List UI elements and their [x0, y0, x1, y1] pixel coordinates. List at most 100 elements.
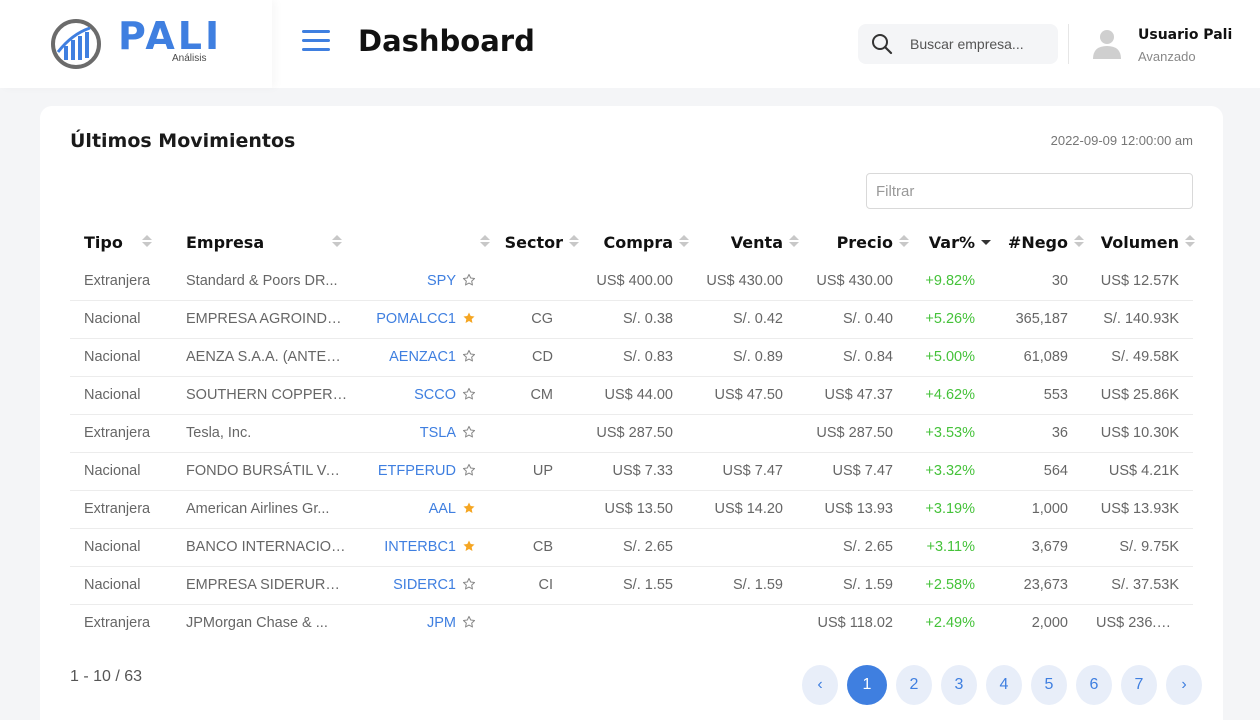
sector-cell: CD [490, 338, 577, 377]
ticker-link[interactable]: SIDERC1 [393, 577, 456, 593]
table-row[interactable]: Extranjera Standard & Poors DR... SPY US$ 4… [70, 262, 1193, 301]
star-outline-icon[interactable] [462, 463, 476, 477]
ticker-cell: SIDERC1 [362, 566, 490, 605]
ticker-link[interactable]: AAL [429, 501, 456, 517]
compra-cell: S/. 0.38 [577, 300, 687, 339]
empresa-cell: AENZA S.A.A. (ANTES ... [172, 338, 362, 377]
pagination-page-2[interactable]: 2 [896, 665, 932, 705]
precio-cell: S/. 2.65 [797, 528, 907, 567]
pagination-prev-icon[interactable]: ‹ [802, 665, 838, 705]
volumen-cell: S/. 49.58K [1082, 338, 1193, 377]
ticker-link[interactable]: SCCO [414, 387, 456, 403]
ticker-link[interactable]: SPY [427, 273, 456, 289]
compra-cell: S/. 1.55 [577, 566, 687, 605]
tipo-cell: Extranjera [70, 490, 172, 529]
search-box[interactable] [858, 24, 1058, 64]
ticker-link[interactable]: POMALCC1 [376, 311, 456, 327]
pagination-page-7[interactable]: 7 [1121, 665, 1157, 705]
pagination-page-4[interactable]: 4 [986, 665, 1022, 705]
page-title: Dashboard [358, 24, 535, 58]
col-precio-label: Precio [836, 232, 893, 252]
var-cell: +4.62% [907, 376, 989, 415]
col-sector-header[interactable]: Sector [490, 222, 579, 262]
compra-cell: S/. 0.83 [577, 338, 687, 377]
table-row[interactable]: Nacional EMPRESA AGROINDUS... POMALCC1 CG S/… [70, 300, 1193, 339]
table-header-row: Tipo Empresa Sector Compra Venta Precio Var% #N… [70, 222, 1195, 262]
star-filled-icon[interactable] [462, 501, 476, 515]
star-outline-icon[interactable] [462, 615, 476, 629]
star-filled-icon[interactable] [462, 539, 476, 553]
nego-cell: 36 [989, 414, 1082, 453]
hamburger-menu-icon[interactable] [302, 30, 330, 56]
col-compra-header[interactable]: Compra [577, 222, 689, 262]
ticker-cell: TSLA [362, 414, 490, 453]
venta-cell: US$ 14.20 [687, 490, 797, 529]
table-row[interactable]: Nacional BANCO INTERNACION... INTERBC1 CB S/… [70, 528, 1193, 567]
volumen-cell: US$ 4.21K [1082, 452, 1193, 491]
sort-icon[interactable] [480, 235, 490, 249]
table-row[interactable]: Extranjera JPMorgan Chase & ... JPM US$ 118… [70, 604, 1193, 642]
ticker-link[interactable]: AENZAC1 [389, 349, 456, 365]
col-tipo-label: Tipo [84, 232, 123, 252]
pagination-page-3[interactable]: 3 [941, 665, 977, 705]
sort-icon[interactable] [142, 235, 152, 249]
col-tipo-header[interactable]: Tipo [70, 222, 172, 262]
ticker-cell: INTERBC1 [362, 528, 490, 567]
search-input[interactable] [910, 24, 1050, 64]
pagination-next-icon[interactable]: › [1166, 665, 1202, 705]
precio-cell: US$ 118.02 [817, 615, 893, 632]
col-venta-header[interactable]: Venta [687, 222, 799, 262]
pagination-page-5[interactable]: 5 [1031, 665, 1067, 705]
empresa-cell: American Airlines Gr... [172, 490, 362, 529]
table-row[interactable]: Nacional EMPRESA SIDERURGIC... SIDERC1 CI S/… [70, 566, 1193, 605]
ticker-cell: ETFPERUD [362, 452, 490, 491]
card-title: Últimos Movimientos [70, 130, 296, 152]
star-filled-icon[interactable] [462, 311, 476, 325]
table-row[interactable]: Extranjera Tesla, Inc. TSLA US$ 287.50 US$ 2… [70, 414, 1193, 453]
pagination-page-6[interactable]: 6 [1076, 665, 1112, 705]
filter-input[interactable] [866, 173, 1193, 209]
var-cell: +2.58% [907, 566, 989, 605]
compra-cell: US$ 44.00 [577, 376, 687, 415]
user-name[interactable]: Usuario Pali [1138, 27, 1232, 43]
col-empresa-header[interactable]: Empresa [172, 222, 362, 262]
table-row[interactable]: Extranjera American Airlines Gr... AAL US$ … [70, 490, 1193, 529]
search-icon[interactable] [870, 32, 894, 56]
empresa-cell: FONDO BURSÁTIL VAN... [172, 452, 362, 491]
empresa-cell: JPMorgan Chase & ... [186, 615, 328, 632]
nego-cell: 553 [989, 376, 1082, 415]
col-var-header[interactable]: Var% [907, 222, 991, 262]
compra-cell: US$ 13.50 [577, 490, 687, 529]
table-row[interactable]: Nacional SOUTHERN COPPER C... SCCO CM US$ 44… [70, 376, 1193, 415]
avatar-icon[interactable] [1092, 28, 1122, 60]
ticker-link[interactable]: TSLA [420, 425, 456, 441]
ticker-link[interactable]: INTERBC1 [384, 539, 456, 555]
nego-cell: 30 [989, 262, 1082, 301]
sort-icon[interactable] [332, 235, 342, 249]
col-volumen-header[interactable]: Volumen [1082, 222, 1195, 262]
precio-cell: US$ 7.47 [797, 452, 907, 491]
col-venta-label: Venta [730, 232, 783, 252]
brand-name: PALI [118, 14, 223, 58]
star-outline-icon[interactable] [462, 577, 476, 591]
table-row[interactable]: Nacional FONDO BURSÁTIL VAN... ETFPERUD UP U… [70, 452, 1193, 491]
movements-card: Últimos Movimientos 2022-09-09 12:00:00 … [40, 106, 1223, 720]
col-precio-header[interactable]: Precio [797, 222, 909, 262]
col-var-label: Var% [928, 232, 975, 252]
star-outline-icon[interactable] [462, 273, 476, 287]
pagination-page-1[interactable]: 1 [847, 665, 887, 705]
sector-cell: CM [490, 376, 577, 415]
col-ticker-header[interactable] [362, 222, 490, 262]
ticker-link[interactable]: JPM [427, 615, 456, 631]
star-outline-icon[interactable] [462, 387, 476, 401]
ticker-link[interactable]: ETFPERUD [378, 463, 456, 479]
star-outline-icon[interactable] [462, 425, 476, 439]
table-row[interactable]: Nacional AENZA S.A.A. (ANTES ... AENZAC1 CD… [70, 338, 1193, 377]
star-outline-icon[interactable] [462, 349, 476, 363]
ticker-cell: POMALCC1 [362, 300, 490, 339]
sort-icon[interactable] [1185, 235, 1195, 249]
var-cell: +2.49% [925, 615, 975, 632]
col-sector-label: Sector [504, 232, 563, 252]
col-nego-header[interactable]: #Nego [989, 222, 1084, 262]
top-header: PALI Análisis Dashboard Usuario Pali Ava… [0, 0, 1260, 88]
